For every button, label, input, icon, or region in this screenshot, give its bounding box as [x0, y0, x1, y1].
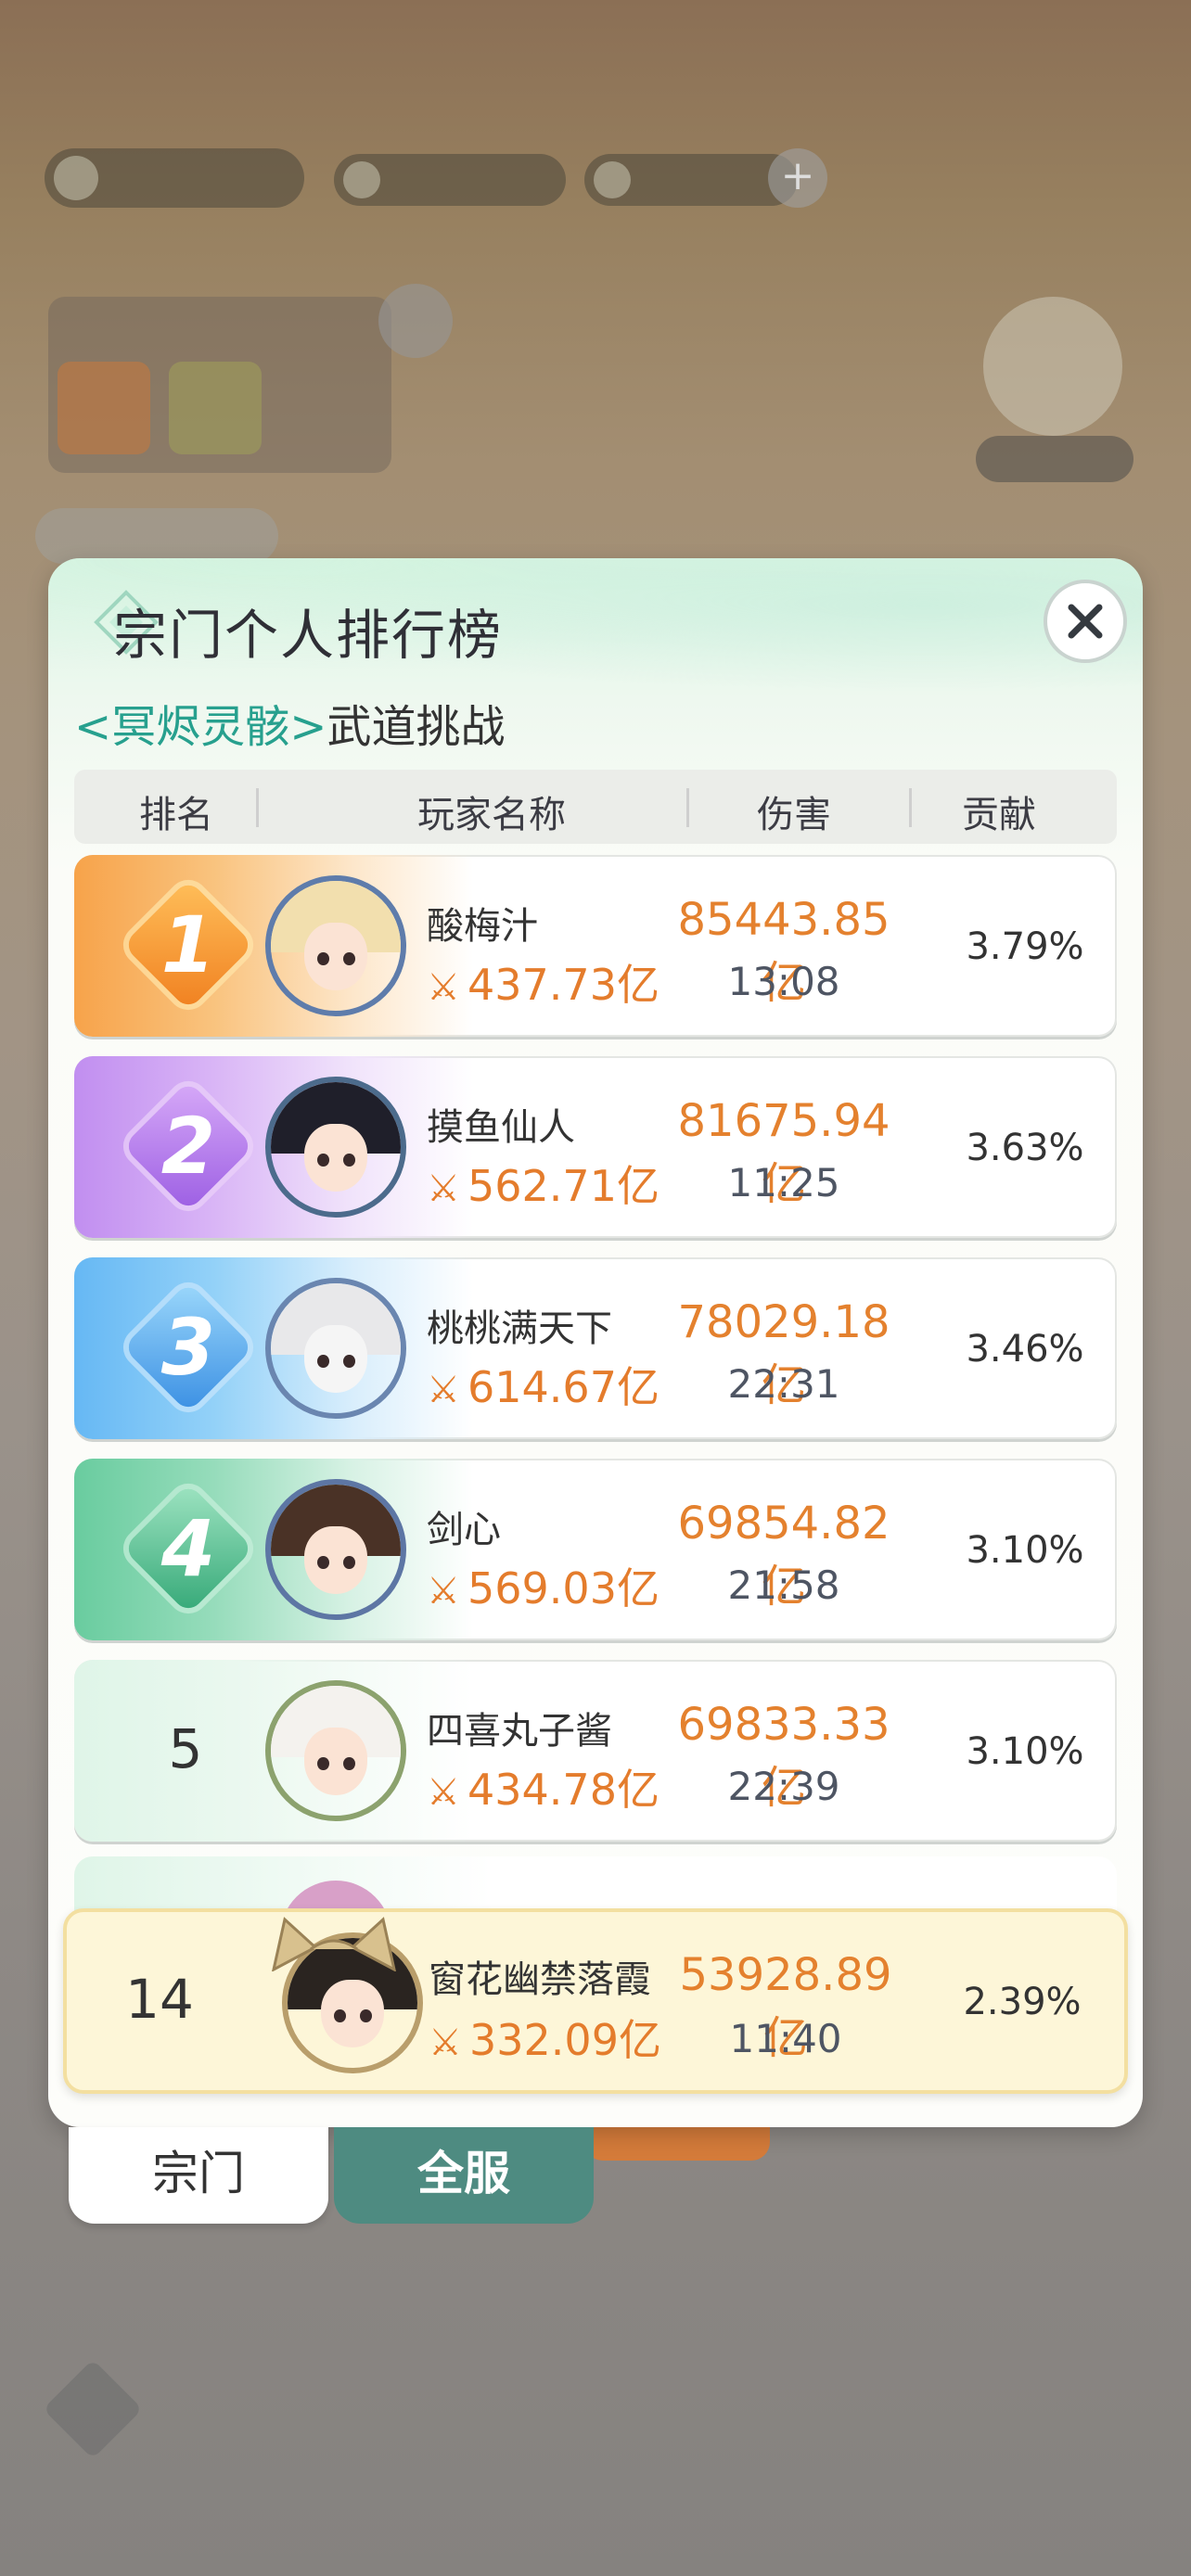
damage-time: 22:31 [727, 1361, 840, 1407]
damage-time: 11:25 [727, 1160, 840, 1205]
table-row[interactable]: 4 剑心 ⚔ 569.03亿 69854.82亿 21:58 3.10% [74, 1459, 1117, 1640]
tab-zongmen[interactable]: 宗门 [69, 2127, 328, 2224]
self-rank-row[interactable]: 14 窗花幽禁落霞 ⚔ 332.09亿 53928.89亿 11:40 2.39% [63, 1908, 1128, 2094]
contribution-value: 3.10% [966, 1529, 1084, 1572]
contribution-value: 3.79% [966, 925, 1084, 968]
sword-icon: ⚔ [427, 1167, 460, 1210]
combat-power: ⚔ 437.73亿 [427, 960, 660, 1010]
combat-power: ⚔ 562.71亿 [427, 1161, 660, 1211]
contribution-value: 3.10% [966, 1730, 1084, 1773]
table-row[interactable]: 1 酸梅汁 ⚔ 437.73亿 85443.85亿 13:08 3.79% [74, 855, 1117, 1037]
bg-search-icon [378, 284, 453, 358]
ranking-panel: 宗门个人排行榜 <冥烬灵骸>武道挑战 排名 玩家名称 伤害 贡献 1 酸梅汁 ⚔… [48, 558, 1143, 2127]
sword-icon: ⚔ [427, 1369, 460, 1411]
close-icon [1068, 604, 1103, 639]
self-rank-number: 14 [125, 1968, 194, 2031]
player-name: 摸鱼仙人 [427, 1106, 575, 1149]
rank-number: 5 [168, 1717, 203, 1780]
player-name: 酸梅汁 [427, 905, 538, 948]
panel-title: 宗门个人排行榜 [113, 604, 504, 667]
rank-badge-icon: 1 [122, 879, 254, 1011]
self-player-name: 窗花幽禁落霞 [429, 1958, 651, 2001]
avatar[interactable] [265, 1680, 406, 1821]
avatar[interactable] [265, 1278, 406, 1419]
avatar[interactable] [265, 1479, 406, 1620]
damage-time: 21:58 [727, 1562, 840, 1608]
sword-icon: ⚔ [427, 1570, 460, 1613]
combat-power: ⚔ 569.03亿 [427, 1563, 660, 1613]
bg-currency-pill [45, 148, 304, 208]
bg-currency-pill [334, 154, 566, 206]
combat-power: ⚔ 614.67亿 [427, 1362, 660, 1412]
sword-icon: ⚔ [429, 2021, 462, 2064]
bg-tag [35, 508, 278, 564]
table-row[interactable]: 3 桃桃满天下 ⚔ 614.67亿 78029.18亿 22:31 3.46% [74, 1257, 1117, 1439]
player-name: 四喜丸子酱 [427, 1710, 612, 1753]
damage-time: 22:39 [727, 1764, 840, 1809]
sword-icon: ⚔ [427, 966, 460, 1009]
bg-orange-button [584, 2123, 770, 2161]
self-contribution-value: 2.39% [963, 1981, 1082, 2023]
rank-badge-icon: 4 [122, 1483, 254, 1614]
bg-currency-pill [584, 154, 798, 206]
self-combat-power: ⚔ 332.09亿 [429, 2015, 661, 2065]
table-row[interactable]: 5 四喜丸子酱 ⚔ 434.78亿 69833.33亿 22:39 3.10% [74, 1660, 1117, 1842]
bg-item-card [48, 297, 391, 473]
table-header: 排名 玩家名称 伤害 贡献 [74, 770, 1117, 844]
combat-power: ⚔ 434.78亿 [427, 1765, 660, 1815]
rank-badge-icon: 2 [122, 1080, 254, 1212]
table-row[interactable]: 2 摸鱼仙人 ⚔ 562.71亿 81675.94亿 11:25 3.63% [74, 1056, 1117, 1238]
bg-plus-icon: + [768, 148, 827, 208]
damage-time: 13:08 [727, 959, 840, 1004]
self-damage-time: 11:40 [729, 2016, 842, 2061]
bg-avatar-tag [976, 436, 1133, 482]
contribution-value: 3.63% [966, 1127, 1084, 1169]
bg-avatar [983, 297, 1122, 436]
contribution-value: 3.46% [966, 1328, 1084, 1371]
avatar-frame-ears-icon [272, 1917, 396, 1971]
tab-quanfu[interactable]: 全服 [334, 2127, 594, 2224]
rank-badge-icon: 3 [122, 1282, 254, 1413]
close-button[interactable] [1044, 580, 1127, 663]
avatar[interactable] [265, 875, 406, 1016]
header-player: 玩家名称 [417, 794, 566, 836]
player-name: 桃桃满天下 [427, 1307, 612, 1350]
header-contribution: 贡献 [962, 794, 1036, 836]
header-damage: 伤害 [757, 794, 831, 836]
panel-subtitle: <冥烬灵骸>武道挑战 [74, 690, 505, 755]
player-name: 剑心 [427, 1509, 501, 1551]
sword-icon: ⚔ [427, 1771, 460, 1814]
header-rank: 排名 [139, 794, 213, 836]
avatar[interactable] [265, 1077, 406, 1218]
challenge-name: 武道挑战 [327, 701, 506, 753]
boss-name: <冥烬灵骸> [74, 701, 327, 753]
